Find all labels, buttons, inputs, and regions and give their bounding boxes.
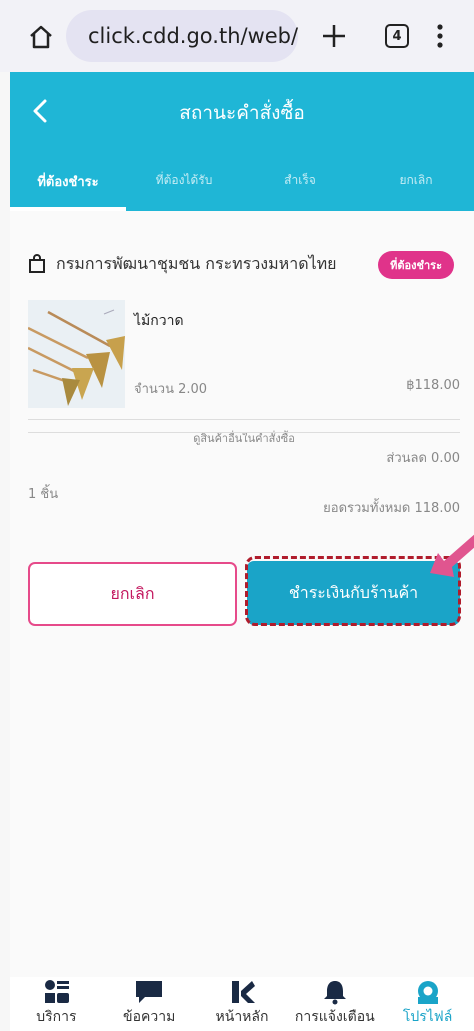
shop-name[interactable]: กรมการพัฒนาชุมชน กระทรวงมหาดไทย (56, 252, 337, 277)
app-header: สถานะคำสั่งซื้อ ที่ต้องชำระ ที่ต้องได้รั… (10, 72, 474, 211)
nav-notifications-label: การแจ้งเตือน (294, 1009, 375, 1025)
tab-to-receive[interactable]: ที่ต้องได้รับ (126, 164, 242, 211)
nav-home[interactable]: หน้าหลัก (196, 977, 289, 1031)
product-quantity: จำนวน 2.00 (134, 382, 208, 397)
pay-to-shop-button[interactable]: ชำระเงินกับร้านค้า (247, 561, 460, 625)
home-logo-icon (231, 981, 255, 1003)
more-options-icon[interactable] (430, 20, 450, 52)
profile-icon (417, 981, 438, 1004)
nav-profile-label: โปรไฟล์ (402, 1009, 453, 1025)
bottom-navigation: บริการ ข้อความ หน้าหลัก การแจ้งเตือน โปร… (10, 977, 474, 1031)
tab-cancelled[interactable]: ยกเลิก (358, 164, 474, 211)
nav-services-label: บริการ (36, 1009, 77, 1025)
nav-messages[interactable]: ข้อความ (103, 977, 196, 1031)
nav-services[interactable]: บริการ (10, 977, 103, 1031)
divider (28, 419, 460, 420)
nav-profile[interactable]: โปรไฟล์ (381, 977, 474, 1031)
product-item[interactable]: ไม้กวาด จำนวน 2.00 ฿118.00 (28, 300, 460, 410)
url-text: click.cdd.go.th/web/ (88, 24, 299, 48)
browser-toolbar: click.cdd.go.th/web/ 4 (0, 0, 474, 72)
home-icon[interactable] (26, 22, 56, 52)
discount-text: ส่วนลด 0.00 (386, 451, 460, 466)
item-count: 1 ชิ้น (28, 487, 59, 502)
tab-switcher-button[interactable]: 4 (385, 24, 409, 48)
nav-notifications[interactable]: การแจ้งเตือน (288, 977, 381, 1031)
grid-icon (45, 980, 70, 1003)
bell-icon (323, 981, 346, 1005)
page-title: สถานะคำสั่งซื้อ (179, 102, 305, 124)
nav-messages-label: ข้อความ (123, 1009, 176, 1025)
new-tab-icon[interactable] (318, 20, 350, 52)
address-bar[interactable]: click.cdd.go.th/web/ (66, 10, 298, 62)
nav-home-label: หน้าหลัก (215, 1009, 269, 1025)
shop-row: กรมการพัฒนาชุมชน กระทรวงมหาดไทย ที่ต้องช… (28, 249, 458, 279)
pointer-arrow-icon (430, 534, 474, 577)
shopping-bag-icon (29, 254, 45, 273)
cancel-order-button[interactable]: ยกเลิก (28, 562, 237, 626)
chat-icon (136, 981, 163, 1003)
order-card: กรมการพัฒนาชุมชน กระทรวงมหาดไทย ที่ต้องช… (10, 211, 474, 977)
product-price: ฿118.00 (406, 378, 460, 393)
status-badge: ที่ต้องชำระ (378, 251, 454, 279)
status-tabs: ที่ต้องชำระ ที่ต้องได้รับ สำเร็จ ยกเลิก (10, 164, 474, 211)
order-total: ยอดรวมทั้งหมด 118.00 (323, 501, 460, 516)
tab-completed[interactable]: สำเร็จ (242, 164, 358, 211)
product-name: ไม้กวาด (134, 313, 184, 329)
divider (28, 432, 460, 433)
tab-to-pay[interactable]: ที่ต้องชำระ (10, 164, 126, 211)
product-image (28, 300, 125, 408)
